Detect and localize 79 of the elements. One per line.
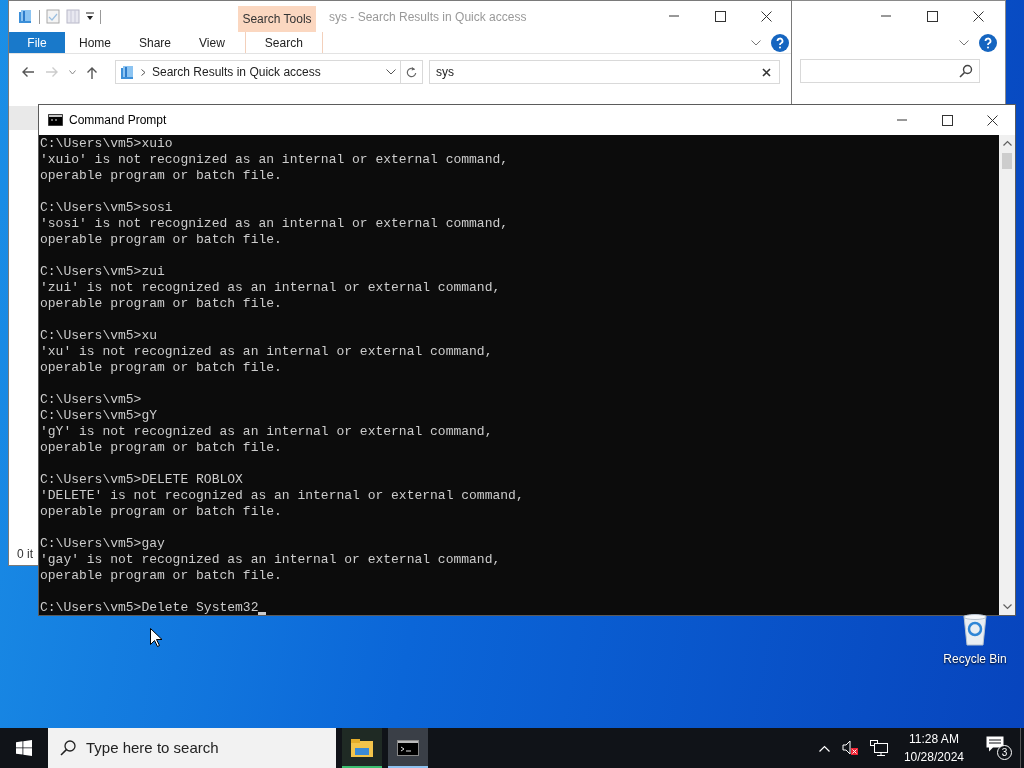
console-line: 'gY' is not recognized as an internal or external command, [40, 424, 493, 440]
console-line: operable program or batch file. [40, 232, 282, 248]
refresh-icon [406, 66, 417, 78]
contextual-tab-label: Search Tools [238, 6, 316, 32]
help-icon[interactable] [771, 33, 789, 52]
text-cursor [258, 612, 267, 615]
scroll-up-icon[interactable] [1002, 140, 1012, 146]
console-line: C:\Users\vm5>gY [40, 408, 158, 424]
console-line: operable program or batch file. [40, 296, 282, 312]
folder-icon [120, 64, 135, 80]
clock[interactable]: 11:28 AM 10/28/2024 [899, 730, 968, 766]
speaker-muted-icon[interactable] [841, 740, 858, 756]
console-line: operable program or batch file. [40, 504, 282, 520]
console-line: operable program or batch file. [40, 360, 282, 376]
status-text: 0 it [17, 546, 33, 563]
window-title: sys - Search Results in Quick access [329, 8, 528, 26]
refresh-button[interactable] [401, 60, 423, 84]
ribbon-tab[interactable]: Share [125, 32, 186, 53]
maximize-icon [926, 11, 938, 22]
address-text: Search Results in Quick access [152, 64, 322, 81]
ribbon-tab[interactable]: Home [65, 32, 125, 53]
folder-icon[interactable] [18, 9, 33, 24]
scroll-down-icon[interactable] [1002, 604, 1012, 610]
clear-icon[interactable] [762, 67, 771, 77]
console-line: 'sosi' is not recognized as an internal or external command, [40, 216, 509, 232]
file-tab[interactable]: File [9, 32, 65, 53]
console-icon [397, 740, 419, 756]
console-line: C:\Users\vm5>xuio [40, 136, 173, 152]
close-icon [760, 11, 772, 22]
search-field[interactable] [800, 59, 980, 83]
console-line: 'xuio' is not recognized as an internal or external command, [40, 152, 509, 168]
search-value: sys [436, 64, 455, 81]
console-line: C:\Users\vm5>xu [40, 328, 158, 344]
notification-count: 3 [997, 745, 1012, 760]
console-line: 'gay' is not recognized as an internal or external command, [40, 552, 501, 568]
console-line: C:\Users\vm5> [40, 392, 142, 408]
console-line: 'DELETE' is not recognized as an internal or external command, [40, 488, 524, 504]
scrollbar[interactable] [999, 135, 1015, 615]
ribbon-tab[interactable]: View [185, 32, 239, 53]
notification-button[interactable]: 3 [986, 736, 1012, 760]
chevron-down-icon[interactable] [959, 40, 969, 46]
chevron-down-icon[interactable] [751, 39, 761, 46]
chevron-up-icon[interactable] [818, 744, 830, 752]
taskbar-app[interactable] [342, 728, 382, 768]
folder-icon [351, 739, 373, 757]
console-line: C:\Users\vm5>Delete System32 [40, 600, 259, 616]
console-line: C:\Users\vm5>sosi [40, 200, 173, 216]
search-icon [60, 740, 76, 756]
close-icon [987, 114, 998, 126]
search-box[interactable]: Type here to search [48, 728, 336, 768]
search-field[interactable]: sys [429, 60, 780, 84]
recent-chevron-icon[interactable] [69, 69, 76, 75]
console-line: 'xu' is not recognized as an internal or external command, [40, 344, 493, 360]
message-icon [986, 736, 1004, 752]
console-line: operable program or batch file. [40, 168, 282, 184]
console-icon [48, 114, 63, 126]
mouse-pointer-icon [150, 628, 162, 647]
console-line: operable program or batch file. [40, 440, 282, 456]
maximize-icon [714, 11, 726, 22]
close-icon [972, 11, 984, 22]
windows-logo-icon [16, 740, 32, 756]
taskbar-app[interactable] [388, 728, 428, 768]
console-line: 'zui' is not recognized as an internal or external command, [40, 280, 501, 296]
up-arrow-icon[interactable] [86, 65, 98, 79]
console-line: C:\Users\vm5>zui [40, 264, 165, 280]
window-title: Command Prompt [69, 112, 168, 129]
maximize-icon [942, 114, 953, 126]
back-arrow-icon[interactable] [21, 66, 35, 78]
help-icon[interactable] [979, 34, 997, 52]
console-line: C:\Users\vm5>gay [40, 536, 165, 552]
console-line: operable program or batch file. [40, 568, 282, 584]
search-icon [959, 64, 973, 78]
network-icon[interactable] [869, 740, 888, 756]
scroll-thumb[interactable] [1002, 153, 1012, 169]
dropdown-icon[interactable] [86, 12, 94, 21]
address-bar[interactable]: Search Results in Quick access [115, 60, 401, 84]
console-line: C:\Users\vm5>DELETE ROBLOX [40, 472, 243, 488]
desktop-icon-label[interactable]: Recycle Bin [943, 650, 1007, 668]
chevron-down-icon[interactable] [386, 69, 396, 75]
